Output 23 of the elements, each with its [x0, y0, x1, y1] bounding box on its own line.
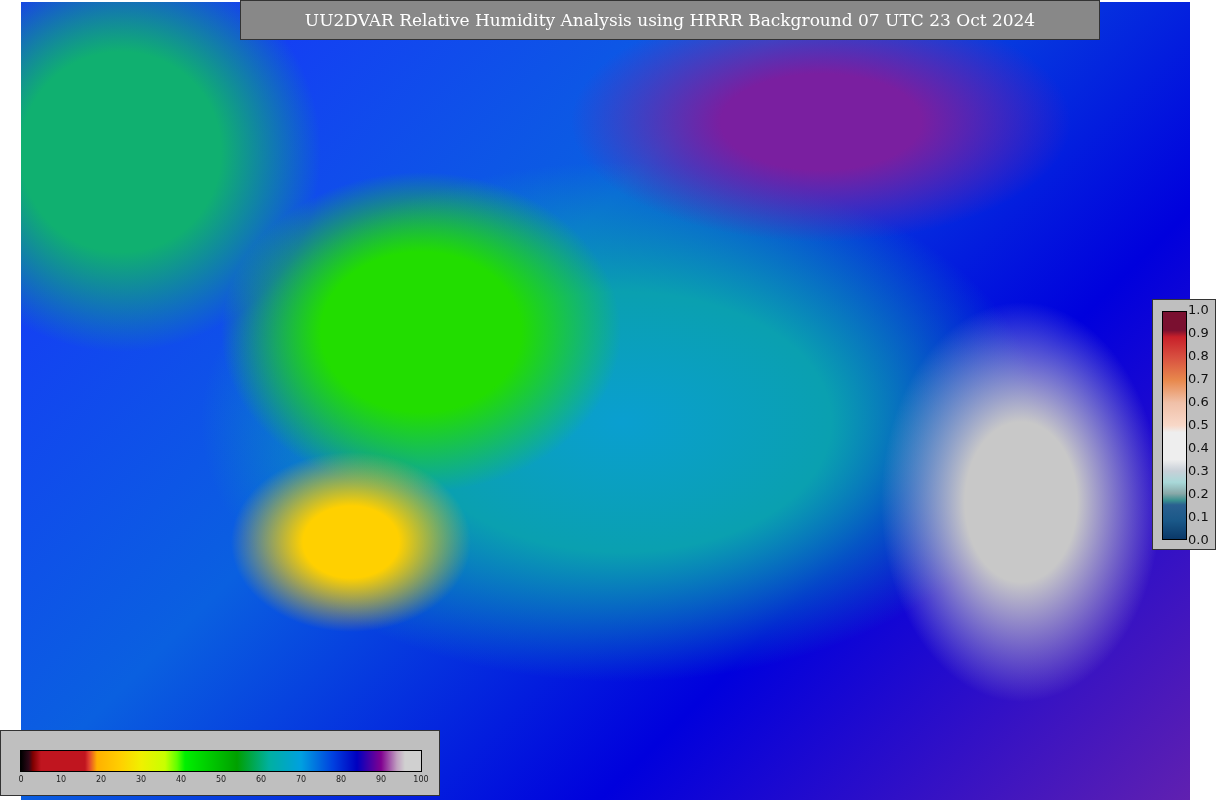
- colorbar-tick-label: 10: [54, 775, 68, 784]
- colorbar-tick-label: 60: [254, 775, 268, 784]
- colorbar-tick-label: 0.4: [1188, 440, 1209, 455]
- colorbar-tick-label: 0: [17, 775, 25, 784]
- colorbar-tick-label: 0.5: [1188, 417, 1209, 432]
- colorbar-tick-label: 0.3: [1188, 463, 1209, 478]
- colorbar-tick-label: 70: [294, 775, 308, 784]
- colorbar-tick-label: 40: [174, 775, 188, 784]
- colorbar-tick-label: 30: [134, 775, 148, 784]
- colorbar-tick-label: 0.8: [1188, 348, 1209, 363]
- colorbar-tick-label: 1.0: [1188, 302, 1209, 317]
- colorbar-tick-label: 90: [374, 775, 388, 784]
- colorbar-tick-label: 80: [334, 775, 348, 784]
- colorbar-tick-label: 0.0: [1188, 532, 1209, 547]
- colorbar-tick-label: 0.7: [1188, 371, 1209, 386]
- map-title: UU2DVAR Relative Humidity Analysis using HRRR Background 07 UTC 23 Oct 2024: [240, 0, 1100, 40]
- colorbar-tick-label: 0.1: [1188, 509, 1209, 524]
- colorbar-tick-label: 50: [214, 775, 228, 784]
- colorbar-tick-label: 0.2: [1188, 486, 1209, 501]
- colorbar-tick-label: 20: [94, 775, 108, 784]
- colorbar-tick-label: 0.6: [1188, 394, 1209, 409]
- colorbar-tick-label: 0.9: [1188, 325, 1209, 340]
- colorbar-tick-label: 100: [412, 775, 430, 784]
